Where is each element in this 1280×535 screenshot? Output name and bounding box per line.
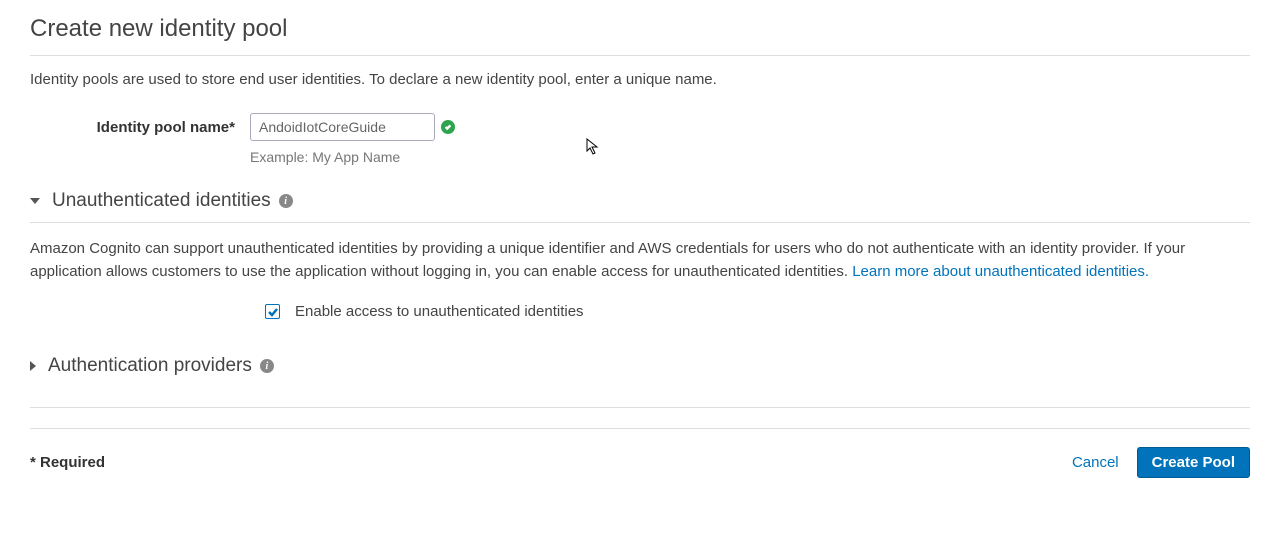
unauthenticated-section-header[interactable]: Unauthenticated identities i: [30, 190, 1250, 223]
info-icon[interactable]: i: [279, 194, 293, 208]
chevron-right-icon: [30, 361, 36, 371]
identity-pool-name-label: Identity pool name*: [30, 113, 250, 136]
learn-more-link[interactable]: Learn more about unauthenticated identit…: [852, 263, 1149, 280]
valid-check-icon: [441, 120, 455, 134]
page-title: Create new identity pool: [30, 15, 1250, 56]
auth-providers-section-title: Authentication providers: [48, 355, 252, 377]
footer: * Required Cancel Create Pool: [30, 428, 1250, 478]
pool-name-example: Example: My App Name: [250, 149, 455, 165]
identity-pool-name-input[interactable]: [250, 113, 435, 141]
enable-unauth-checkbox-row: Enable access to unauthenticated identit…: [265, 303, 1250, 320]
unauthenticated-section-body: Amazon Cognito can support unauthenticat…: [30, 238, 1250, 283]
identity-pool-name-row: Identity pool name* Example: My App Name: [30, 113, 1250, 165]
required-note: * Required: [30, 454, 105, 471]
create-pool-button[interactable]: Create Pool: [1137, 447, 1250, 478]
page-description: Identity pools are used to store end use…: [30, 71, 1250, 88]
chevron-down-icon: [30, 198, 40, 204]
enable-unauth-checkbox-label: Enable access to unauthenticated identit…: [295, 303, 584, 320]
cancel-button[interactable]: Cancel: [1072, 454, 1119, 471]
auth-providers-section-header[interactable]: Authentication providers i: [30, 355, 1250, 377]
info-icon[interactable]: i: [260, 359, 274, 373]
enable-unauth-checkbox[interactable]: [265, 304, 280, 319]
unauthenticated-section-title: Unauthenticated identities: [52, 190, 271, 212]
